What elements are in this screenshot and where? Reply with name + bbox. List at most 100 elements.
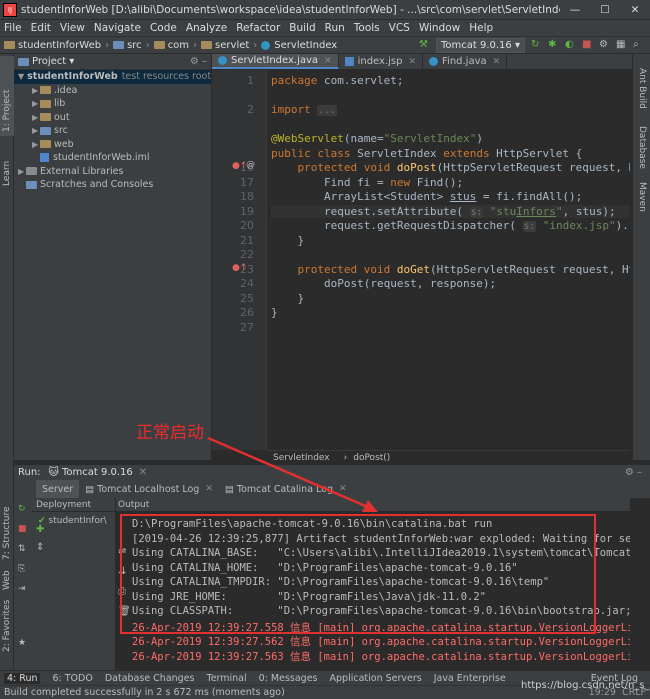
coverage-icon[interactable]: ◐ bbox=[565, 39, 577, 51]
project-panel: Project ▾ ⚙ – ▼ studentInforWeb test resour… bbox=[14, 54, 212, 460]
code-line: } bbox=[271, 234, 305, 247]
crumb-src[interactable]: src bbox=[113, 40, 142, 51]
menu-view[interactable]: View bbox=[60, 22, 85, 34]
web-tool-tab[interactable]: Web bbox=[2, 570, 12, 590]
close-icon[interactable]: ✕ bbox=[493, 57, 501, 67]
add-deployment-icon[interactable]: ✚ bbox=[36, 524, 44, 535]
tree-item[interactable]: ▶ lib bbox=[14, 97, 211, 111]
menu-navigate[interactable]: Navigate bbox=[94, 22, 141, 34]
menu-run[interactable]: Run bbox=[325, 22, 345, 34]
chevron-right-icon[interactable]: ▶ bbox=[32, 126, 40, 135]
tree-item[interactable]: ▶ src bbox=[14, 124, 211, 138]
menu-help[interactable]: Help bbox=[469, 22, 493, 34]
tree-item[interactable]: Scratches and Consoles bbox=[14, 178, 211, 192]
debug-icon[interactable]: ✱ bbox=[548, 39, 560, 51]
minimize-button[interactable]: — bbox=[560, 4, 590, 16]
tree-item[interactable]: ▶ out bbox=[14, 111, 211, 125]
favorites-tool-tab[interactable]: 2: Favorites bbox=[2, 600, 12, 652]
tab-find-java[interactable]: Find.java ✕ bbox=[423, 54, 508, 69]
tree-item[interactable]: ▶ External Libraries bbox=[14, 165, 211, 179]
line-number: 24 bbox=[240, 277, 254, 290]
folder-icon bbox=[40, 99, 51, 108]
chevron-right-icon[interactable]: ▶ bbox=[18, 167, 26, 176]
status-message[interactable]: Build completed successfully in 2 s 672 … bbox=[4, 687, 285, 698]
tab-localhost-log[interactable]: ▤ Tomcat Localhost Log ✕ bbox=[79, 484, 219, 495]
tree-item[interactable]: ▼studentInforWebtest resources root, D:\… bbox=[14, 70, 211, 84]
chevron-right-icon[interactable]: ▶ bbox=[32, 113, 40, 122]
exit-icon[interactable]: ⇥ bbox=[18, 584, 28, 594]
remove-deployment-icon[interactable]: ⇕ bbox=[36, 542, 44, 553]
learn-tool-tab[interactable]: Learn bbox=[2, 161, 12, 186]
update-icon[interactable]: ⇅ bbox=[18, 544, 28, 554]
tool-tab-application-servers[interactable]: Application Servers bbox=[330, 673, 422, 684]
crumb-servlet[interactable]: servlet bbox=[201, 40, 249, 51]
chevron-down-icon[interactable]: ▼ bbox=[18, 72, 24, 81]
menu-analyze[interactable]: Analyze bbox=[186, 22, 227, 34]
hammer-icon[interactable]: ⚒ bbox=[419, 39, 431, 51]
chevron-right-icon[interactable]: ▶ bbox=[32, 99, 40, 108]
menu-code[interactable]: Code bbox=[150, 22, 177, 34]
menu-refactor[interactable]: Refactor bbox=[236, 22, 280, 34]
tool-tab-database-changes[interactable]: Database Changes bbox=[105, 673, 195, 684]
database-tool-tab[interactable]: Database bbox=[637, 126, 647, 169]
maven-tool-tab[interactable]: Maven bbox=[637, 182, 647, 212]
tree-item[interactable]: ▶ .idea bbox=[14, 84, 211, 98]
run-toolbar-vertical: ↻ ■ ⇅ ⎘ ⇥ ★ bbox=[14, 498, 32, 670]
menu-window[interactable]: Window bbox=[419, 22, 460, 34]
gear-icon[interactable]: ⚙ – bbox=[190, 56, 207, 67]
tool-tab-terminal[interactable]: Terminal bbox=[207, 673, 247, 684]
tomcat-icon: 🐱 bbox=[48, 467, 59, 478]
code-line: protected void doPost(HttpServletRequest… bbox=[297, 161, 631, 174]
tool-tab-messages[interactable]: 0: Messages bbox=[259, 673, 318, 684]
close-icon[interactable]: ✕ bbox=[324, 56, 332, 66]
project-structure-icon[interactable]: ▦ bbox=[616, 39, 628, 51]
tab-index-jsp[interactable]: index.jsp ✕ bbox=[339, 54, 424, 69]
tool-tab-run[interactable]: 4: Run bbox=[4, 672, 41, 684]
tab-servletindex[interactable]: ServletIndex.java ✕ bbox=[212, 54, 339, 69]
run-config-tab[interactable]: Tomcat 9.0.16 bbox=[62, 467, 133, 478]
structure-tool-tab[interactable]: 7: Structure bbox=[2, 507, 12, 561]
tool-tab-java-enterprise[interactable]: Java Enterprise bbox=[434, 673, 506, 684]
tree-item[interactable]: studentInforWeb.iml bbox=[14, 151, 211, 165]
log-icon: ▤ bbox=[85, 483, 95, 495]
override-marker-icon[interactable]: ●↑ bbox=[232, 263, 247, 273]
run-config-select[interactable]: Tomcat 9.0.16 ▾ bbox=[435, 37, 525, 53]
close-button[interactable]: ✕ bbox=[620, 4, 650, 16]
rerun-icon[interactable]: ↻ bbox=[18, 504, 28, 514]
ant-build-tool-tab[interactable]: Ant Build bbox=[637, 68, 647, 109]
rerun-icon[interactable]: ↻ bbox=[531, 39, 543, 51]
chevron-right-icon[interactable]: ▶ bbox=[32, 140, 40, 149]
menu-vcs[interactable]: VCS bbox=[389, 22, 410, 34]
menu-file[interactable]: File bbox=[4, 22, 22, 34]
annotation-marker-icon[interactable]: @ bbox=[246, 160, 255, 170]
crumb-project[interactable]: studentInforWeb bbox=[4, 40, 101, 51]
tab-server[interactable]: Server bbox=[36, 480, 80, 498]
stop-icon[interactable]: ■ bbox=[18, 524, 28, 534]
chevron-right-icon[interactable]: ▶ bbox=[32, 86, 40, 95]
menu-tools[interactable]: Tools bbox=[354, 22, 380, 34]
code-editor[interactable]: package com.servlet; import ... @WebServ… bbox=[267, 70, 630, 450]
editor-gutter[interactable]: 1 2 16 17 18 19 20 21 22 23 24 25 26 27 … bbox=[212, 70, 267, 450]
deployment-item[interactable]: ✔ studentInfor\ bbox=[32, 512, 115, 526]
run-label: Run: bbox=[18, 467, 41, 478]
close-icon[interactable]: ✕ bbox=[139, 467, 147, 478]
maximize-button[interactable]: ☐ bbox=[590, 4, 620, 16]
menu-build[interactable]: Build bbox=[289, 22, 315, 34]
menu-edit[interactable]: Edit bbox=[31, 22, 51, 34]
close-icon[interactable]: ✕ bbox=[408, 57, 416, 67]
code-line: } bbox=[271, 292, 305, 305]
crumb-com[interactable]: com bbox=[153, 40, 189, 51]
settings-icon[interactable]: ⚙ bbox=[599, 39, 611, 51]
search-icon[interactable]: ⌕ bbox=[633, 39, 645, 51]
line-number: 17 bbox=[240, 176, 254, 189]
output-line-red: 26-Apr-2019 12:39:27.563 信息 [main] org.a… bbox=[132, 650, 630, 663]
highlight-box bbox=[120, 514, 596, 634]
pin-icon[interactable]: ★ bbox=[18, 638, 28, 648]
tree-item[interactable]: ▶ web bbox=[14, 138, 211, 152]
tool-tab-todo[interactable]: 6: TODO bbox=[52, 673, 92, 684]
crumb-class[interactable]: ServletIndex bbox=[261, 40, 337, 51]
camera-icon[interactable]: ⎘ bbox=[18, 564, 28, 574]
gear-icon[interactable]: ⚙ – bbox=[625, 467, 642, 478]
stop-icon[interactable]: ■ bbox=[582, 39, 594, 51]
project-tool-tab[interactable]: 1: Project bbox=[2, 90, 12, 132]
